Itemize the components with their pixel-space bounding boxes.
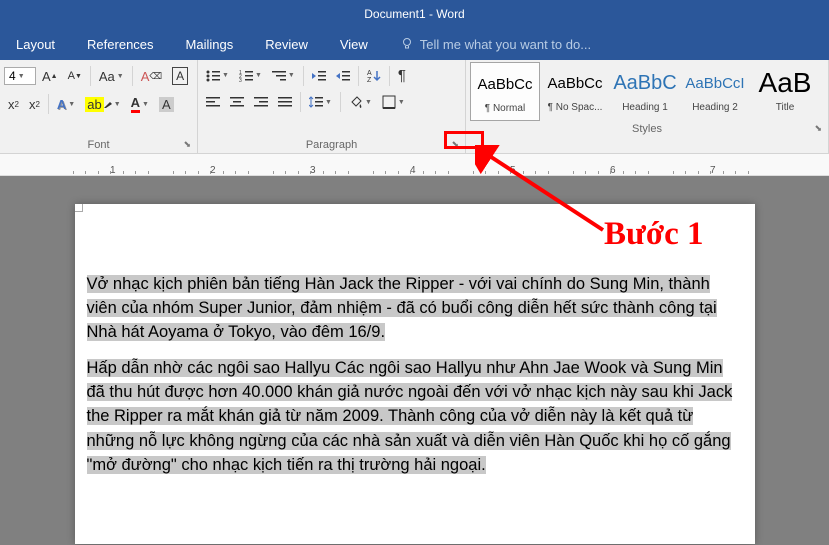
style-item[interactable]: AaBbCcIHeading 2 [680, 62, 750, 121]
pen-icon [104, 100, 112, 108]
highlight-button[interactable]: ab▼ [81, 93, 124, 115]
tab-mailings[interactable]: Mailings [170, 30, 250, 59]
decrease-indent-button[interactable] [308, 65, 330, 87]
style-item[interactable]: AaBbCc¶ No Spac... [540, 62, 610, 121]
change-case-button[interactable]: Aa▼ [95, 65, 128, 87]
ribbon-tabs: Layout References Mailings Review View T… [0, 28, 829, 60]
style-item[interactable]: AaBbCc¶ Normal [470, 62, 540, 121]
ruler[interactable]: 1234567 [0, 154, 829, 176]
paragraph-1[interactable]: Vở nhạc kịch phiên bản tiếng Hàn Jack th… [87, 272, 743, 344]
text-effects-button[interactable]: A▼ [53, 93, 79, 115]
align-left-icon [206, 96, 220, 108]
tab-references[interactable]: References [71, 30, 169, 59]
numbering-icon: 123 [239, 70, 253, 82]
align-right-button[interactable] [250, 91, 272, 113]
character-border-button[interactable]: A [168, 64, 192, 88]
show-hide-button[interactable]: ¶ [394, 64, 410, 87]
document-title: Document1 - Word [364, 7, 464, 21]
clear-formatting-button[interactable]: A⌫ [137, 65, 166, 87]
paragraph-2[interactable]: Hấp dẫn nhờ các ngôi sao Hallyu Các ngôi… [87, 356, 743, 476]
border-icon [382, 95, 396, 109]
character-shading-button[interactable]: A [155, 93, 178, 115]
style-item[interactable]: AaBTitle [750, 62, 820, 121]
document-area: Vở nhạc kịch phiên bản tiếng Hàn Jack th… [0, 176, 829, 545]
svg-text:3: 3 [239, 78, 242, 82]
tell-me-search[interactable]: Tell me what you want to do... [400, 37, 591, 52]
font-launcher-icon[interactable]: ⬊ [183, 139, 191, 150]
bullets-button[interactable]: ▼ [202, 65, 233, 87]
tab-review[interactable]: Review [249, 30, 324, 59]
align-left-button[interactable] [202, 91, 224, 113]
margin-corner [75, 204, 83, 212]
superscript-button[interactable]: x2 [25, 93, 44, 115]
increase-indent-button[interactable] [332, 65, 354, 87]
align-center-button[interactable] [226, 91, 248, 113]
align-center-icon [230, 96, 244, 108]
style-item[interactable]: AaBbCHeading 1 [610, 62, 680, 121]
styles-group-label: Styles [632, 123, 662, 135]
font-size-input[interactable]: 4▼ [4, 67, 36, 85]
justify-button[interactable] [274, 91, 296, 113]
spacing-icon [309, 95, 323, 109]
svg-text:Z: Z [367, 77, 372, 83]
tab-layout[interactable]: Layout [0, 30, 71, 59]
lightbulb-icon [400, 37, 414, 51]
annotation-arrow [475, 145, 615, 245]
justify-icon [278, 96, 292, 108]
title-bar: Document1 - Word [0, 0, 829, 28]
shading-button[interactable]: ▼ [345, 91, 376, 113]
font-color-button[interactable]: A▼ [127, 92, 153, 116]
sort-icon: AZ [367, 69, 381, 83]
align-right-icon [254, 96, 268, 108]
annotation-text: Bước 1 [604, 216, 703, 253]
multilevel-icon [272, 70, 286, 82]
styles-gallery[interactable]: AaBbCc¶ NormalAaBbCc¶ No Spac...AaBbCHea… [470, 62, 824, 121]
tab-view[interactable]: View [324, 30, 384, 59]
page[interactable]: Vở nhạc kịch phiên bản tiếng Hàn Jack th… [75, 204, 755, 544]
numbering-button[interactable]: 123▼ [235, 65, 266, 87]
subscript-button[interactable]: x2 [4, 93, 23, 115]
svg-text:A: A [367, 70, 372, 77]
styles-launcher-icon[interactable]: ⬊ [814, 123, 822, 134]
borders-button[interactable]: ▼ [378, 91, 409, 113]
paragraph-group-label: Paragraph [306, 139, 357, 151]
grow-font-button[interactable]: A▲ [38, 65, 62, 87]
font-group-label: Font [87, 139, 109, 151]
line-spacing-button[interactable]: ▼ [305, 91, 336, 113]
inc-indent-icon [336, 70, 350, 82]
ribbon-content: 4▼ A▲ A▼ Aa▼ A⌫ A x2 x2 A▼ ab▼ A▼ A Font… [0, 60, 829, 154]
dec-indent-icon [312, 70, 326, 82]
sort-button[interactable]: AZ [363, 65, 385, 87]
bullets-icon [206, 70, 220, 82]
bucket-icon [349, 95, 363, 109]
shrink-font-button[interactable]: A▼ [64, 65, 86, 87]
multilevel-list-button[interactable]: ▼ [268, 65, 299, 87]
